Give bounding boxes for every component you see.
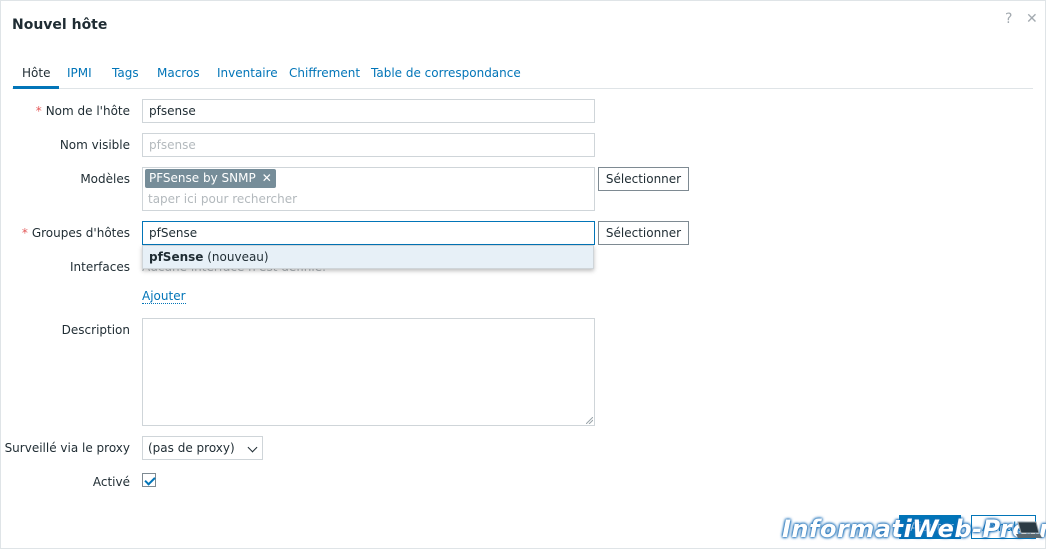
close-icon[interactable]: ✕ (1026, 11, 1038, 27)
suggestion-suffix: (nouveau) (203, 250, 269, 264)
templates-label: Modèles (80, 172, 130, 186)
suggestion-match: pfSense (149, 250, 204, 264)
templates-search-input[interactable]: taper ici pour rechercher (148, 192, 297, 206)
tab-host[interactable]: Hôte (12, 66, 61, 89)
host-groups-label-text: Groupes d'hôtes (31, 226, 130, 240)
host-group-suggestion[interactable]: pfSense (nouveau) (142, 245, 594, 269)
visible-name-input[interactable]: pfsense (142, 133, 595, 157)
template-chip: PFSense by SNMP ✕ (145, 169, 276, 188)
visible-name-label: Nom visible (59, 138, 130, 152)
hostname-label-text: Nom de l'hôte (45, 104, 130, 118)
tab-macros[interactable]: Macros (157, 66, 200, 80)
tab-bar: Hôte IPMI Tags Macros Inventaire Chiffre… (12, 61, 1033, 89)
enabled-checkbox[interactable] (142, 473, 156, 487)
tab-tags[interactable]: Tags (112, 66, 139, 80)
proxy-label: Surveillé via le proxy (4, 441, 130, 455)
add-interface-link[interactable]: Ajouter (142, 289, 186, 304)
template-chip-label: PFSense by SNMP (149, 171, 256, 185)
chevron-down-icon (247, 442, 258, 453)
new-host-dialog: Nouvel hôte ? ✕ Hôte IPMI Tags Macros In… (0, 0, 1046, 549)
proxy-select[interactable]: (pas de proxy) (142, 436, 263, 460)
required-marker: * (21, 226, 28, 240)
required-marker: * (35, 104, 42, 118)
host-groups-input[interactable]: pfSense (142, 221, 595, 245)
enabled-label: Activé (92, 475, 130, 489)
resize-handle-icon[interactable] (586, 417, 593, 424)
help-icon[interactable]: ? (1005, 11, 1012, 27)
watermark-text: InformatiWeb-Pro.net (782, 515, 1046, 543)
templates-select-button[interactable]: Sélectionner (598, 167, 689, 191)
hostname-input[interactable]: pfsense (142, 99, 595, 123)
description-textarea[interactable] (142, 318, 595, 426)
tab-encryption[interactable]: Chiffrement (289, 66, 360, 80)
checkmark-icon (144, 474, 156, 486)
tab-ipmi[interactable]: IPMI (67, 66, 92, 80)
description-label: Description (61, 323, 130, 337)
remove-chip-icon[interactable]: ✕ (262, 171, 272, 185)
tab-inventory[interactable]: Inventaire (217, 66, 278, 80)
laptop-logo-icon (1016, 521, 1042, 538)
host-groups-select-button[interactable]: Sélectionner (598, 221, 689, 245)
hostname-label: * Nom de l'hôte (36, 104, 130, 118)
interfaces-label: Interfaces (70, 260, 130, 274)
host-groups-label: * Groupes d'hôtes (22, 226, 130, 240)
proxy-selected-value: (pas de proxy) (148, 441, 235, 455)
dialog-title: Nouvel hôte (12, 17, 108, 33)
tab-value-mapping[interactable]: Table de correspondance (371, 66, 521, 80)
